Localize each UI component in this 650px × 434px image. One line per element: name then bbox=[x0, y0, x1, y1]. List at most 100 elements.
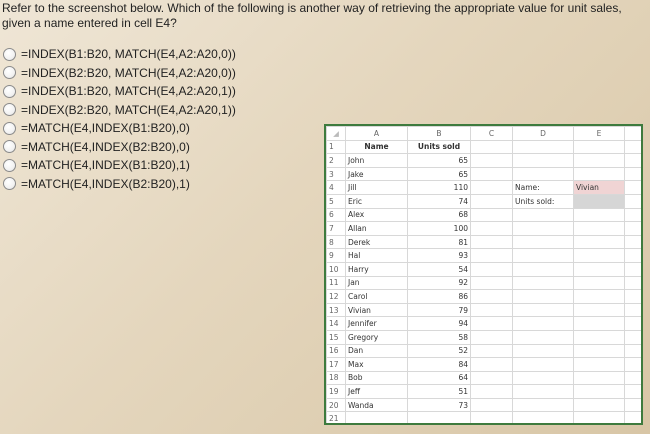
answer-option[interactable]: =MATCH(E4,INDEX(B2:B20),1) bbox=[3, 175, 236, 194]
option-label: =INDEX(B2:B20, MATCH(E4,A2:A20,0)) bbox=[21, 65, 236, 80]
column-header: B bbox=[407, 126, 471, 141]
answer-option[interactable]: =INDEX(B2:B20, MATCH(E4,A2:A20,0)) bbox=[3, 64, 236, 83]
cell bbox=[624, 343, 641, 359]
row-header: 10 bbox=[326, 261, 346, 277]
answer-option[interactable]: =MATCH(E4,INDEX(B1:B20),1) bbox=[3, 156, 236, 175]
answer-option[interactable]: =INDEX(B2:B20, MATCH(E4,A2:A20,1)) bbox=[3, 101, 236, 120]
radio-button[interactable] bbox=[3, 177, 16, 191]
radio-button[interactable] bbox=[3, 47, 16, 61]
cell bbox=[624, 357, 641, 372]
cell bbox=[470, 193, 513, 209]
cell bbox=[573, 234, 625, 250]
cell bbox=[573, 248, 625, 263]
column-header: D bbox=[512, 126, 574, 141]
table-row: 21 bbox=[326, 411, 641, 423]
cell bbox=[512, 261, 574, 277]
cell bbox=[573, 316, 625, 331]
header-units: Units sold bbox=[407, 139, 471, 155]
units-cell: 81 bbox=[407, 234, 471, 250]
cell bbox=[624, 193, 641, 209]
question-text: Refer to the screenshot below. Which of … bbox=[2, 1, 622, 30]
lookup-units-result bbox=[573, 193, 625, 209]
radio-button[interactable] bbox=[3, 103, 16, 117]
cell bbox=[512, 248, 574, 263]
name-cell: Jeff bbox=[345, 384, 408, 399]
cell bbox=[624, 316, 641, 331]
cell bbox=[624, 221, 641, 236]
cell bbox=[573, 397, 625, 413]
spreadsheet-grid: ◢ A B C D E 1 Name Units sold 2 John 65 3 Jake 65 4 Jill… bbox=[326, 126, 641, 423]
radio-button[interactable] bbox=[3, 84, 16, 98]
cell bbox=[512, 139, 574, 155]
units-cell: 64 bbox=[407, 370, 471, 386]
radio-button[interactable] bbox=[3, 121, 16, 135]
name-cell: Allan bbox=[345, 221, 408, 236]
cell bbox=[470, 329, 513, 345]
cell bbox=[573, 207, 625, 223]
cell bbox=[624, 397, 641, 413]
table-row: 18 Bob 64 bbox=[326, 370, 641, 386]
option-label: =MATCH(E4,INDEX(B1:B20),1) bbox=[21, 158, 190, 173]
cell bbox=[512, 384, 574, 399]
cell bbox=[573, 261, 625, 277]
table-row: 15 Gregory 58 bbox=[326, 329, 641, 345]
cell bbox=[470, 384, 513, 399]
answer-option[interactable]: =INDEX(B1:B20, MATCH(E4,A2:A20,0)) bbox=[3, 45, 236, 64]
table-row: 16 Dan 52 bbox=[326, 343, 641, 359]
table-row: 12 Carol 86 bbox=[326, 289, 641, 304]
units-cell: 74 bbox=[407, 193, 471, 209]
row-header: 18 bbox=[326, 370, 346, 386]
cell bbox=[573, 221, 625, 236]
units-cell: 110 bbox=[407, 180, 471, 195]
row-header: 16 bbox=[326, 343, 346, 359]
answer-option[interactable]: =INDEX(B1:B20, MATCH(E4,A2:A20,1)) bbox=[3, 82, 236, 101]
cell bbox=[573, 275, 625, 291]
table-row: 20 Wanda 73 bbox=[326, 397, 641, 413]
cell bbox=[624, 139, 641, 155]
row-header: 14 bbox=[326, 316, 346, 331]
radio-button[interactable] bbox=[3, 158, 16, 172]
row-header: 21 bbox=[326, 411, 346, 423]
table-row: 9 Hal 93 bbox=[326, 248, 641, 263]
row-header: 19 bbox=[326, 384, 346, 399]
cell bbox=[470, 343, 513, 359]
row-header: 7 bbox=[326, 221, 346, 236]
table-row: 2 John 65 bbox=[326, 153, 641, 168]
radio-button[interactable] bbox=[3, 66, 16, 80]
cell bbox=[624, 248, 641, 263]
column-header: A bbox=[345, 126, 408, 141]
units-cell: 58 bbox=[407, 329, 471, 345]
column-header: E bbox=[573, 126, 625, 141]
cell bbox=[624, 370, 641, 386]
table-row: 4 Jill 110 Name: Vivian bbox=[326, 180, 641, 195]
cell bbox=[512, 302, 574, 318]
cell bbox=[624, 166, 641, 182]
cell bbox=[624, 411, 641, 423]
table-row: 1 Name Units sold bbox=[326, 139, 641, 155]
table-row: 13 Vivian 79 bbox=[326, 302, 641, 318]
table-row: 19 Jeff 51 bbox=[326, 384, 641, 399]
row-header: 1 bbox=[326, 139, 346, 155]
units-cell: 92 bbox=[407, 275, 471, 291]
lookup-name-label: Name: bbox=[512, 180, 574, 195]
option-label: =INDEX(B1:B20, MATCH(E4,A2:A20,1)) bbox=[21, 84, 236, 99]
row-header: 15 bbox=[326, 329, 346, 345]
answer-option[interactable]: =MATCH(E4,INDEX(B1:B20),0) bbox=[3, 119, 236, 138]
name-cell: Jake bbox=[345, 166, 408, 182]
units-cell: 51 bbox=[407, 384, 471, 399]
row-header: 11 bbox=[326, 275, 346, 291]
radio-button[interactable] bbox=[3, 140, 16, 154]
cell bbox=[470, 166, 513, 182]
lookup-name-input: Vivian bbox=[573, 180, 625, 195]
row-header: 6 bbox=[326, 207, 346, 223]
answer-option[interactable]: =MATCH(E4,INDEX(B2:B20),0) bbox=[3, 138, 236, 157]
cell bbox=[624, 234, 641, 250]
cell bbox=[573, 411, 625, 423]
answer-options: =INDEX(B1:B20, MATCH(E4,A2:A20,0)) =INDEX… bbox=[3, 45, 236, 193]
name-cell: Wanda bbox=[345, 397, 408, 413]
row-header: 13 bbox=[326, 302, 346, 318]
row-header: 2 bbox=[326, 153, 346, 168]
cell bbox=[470, 207, 513, 223]
cell bbox=[573, 289, 625, 304]
cell bbox=[624, 289, 641, 304]
